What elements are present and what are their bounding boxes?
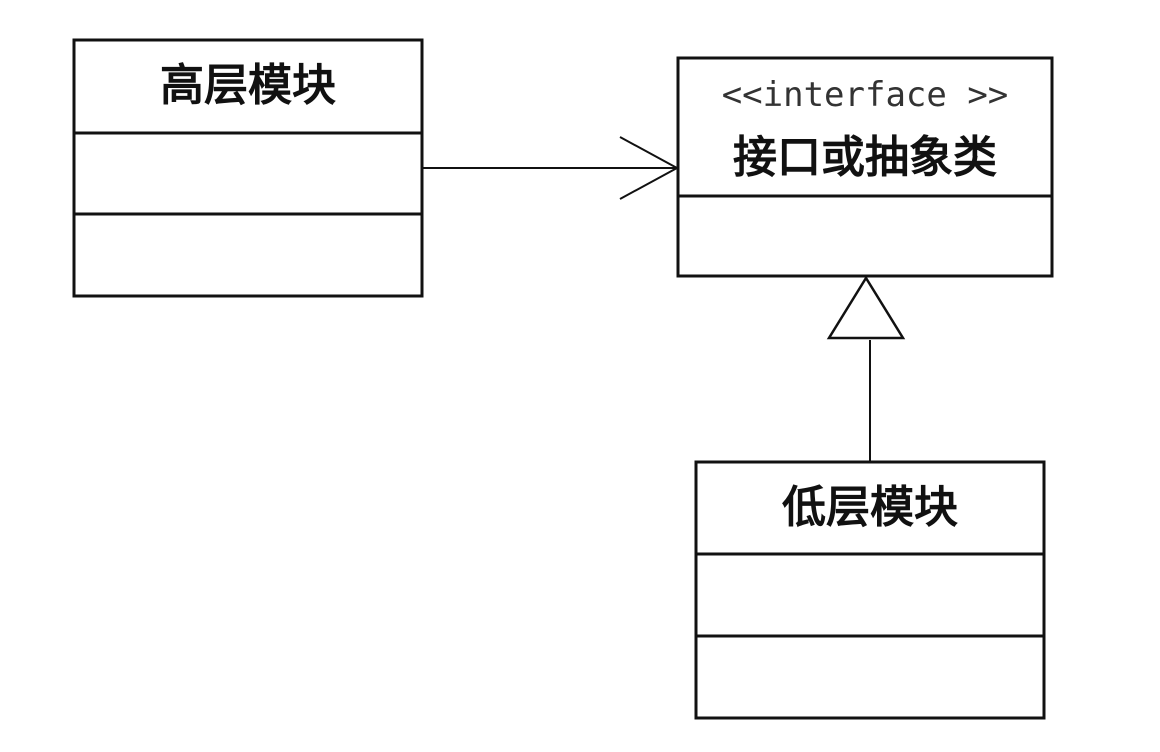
realization-arrowhead (826, 275, 906, 340)
uml-class-diagram: 高层模块 <<interface >> 接口或抽象类 低层模块 (72, 38, 1054, 720)
high-module-class[interactable]: 高层模块 (72, 38, 424, 298)
realization-arrow (826, 275, 906, 462)
interface-title: 接口或抽象类 (733, 132, 997, 183)
low-module-title: 低层模块 (782, 482, 958, 533)
low-module-class[interactable]: 低层模块 (694, 460, 1046, 720)
high-module-title: 高层模块 (160, 60, 336, 111)
interface-class[interactable]: <<interface >> 接口或抽象类 (676, 56, 1054, 278)
interface-stereotype: <<interface >> (722, 75, 1009, 115)
dependency-arrow (422, 136, 680, 200)
